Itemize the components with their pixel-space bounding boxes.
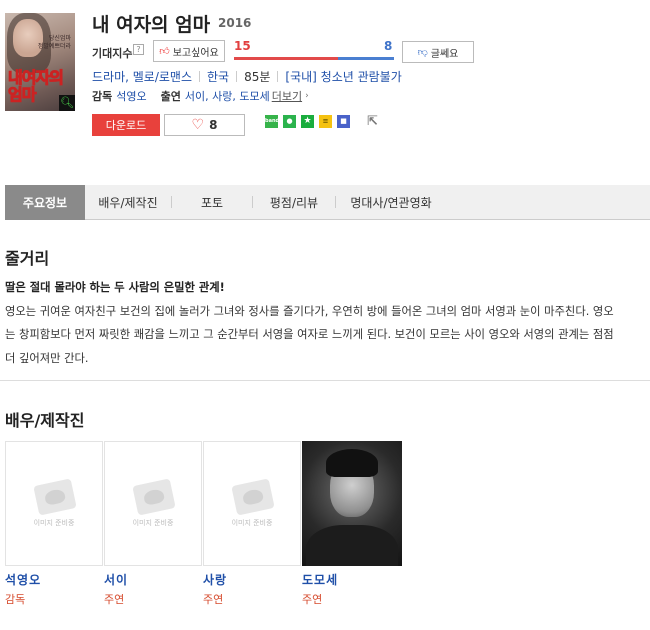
movie-title: 내 여자의 엄마 — [92, 14, 211, 36]
image-placeholder-icon — [132, 478, 176, 516]
cast-name[interactable]: 사랑 — [203, 571, 227, 588]
cast-label: 출연 — [160, 90, 181, 103]
cast-role: 주연 — [104, 593, 125, 606]
tab-main-info[interactable]: 주요정보 — [5, 184, 85, 220]
download-button[interactable]: 다운로드 — [92, 114, 160, 136]
runtime: 85분 — [244, 70, 271, 84]
cast-card-2[interactable]: 이미지 준비중 — [104, 441, 202, 566]
like-count: 8 — [209, 118, 218, 132]
expect-label: 기대지수 — [92, 47, 133, 60]
share-external-icon[interactable]: ⇱ — [365, 115, 380, 128]
placeholder-text: 이미지 준비중 — [231, 519, 273, 527]
divider — [277, 71, 279, 82]
thumbs-down-icon: 👎︎ — [417, 47, 428, 58]
synopsis-heading: 줄거리 — [5, 249, 50, 268]
cast-name[interactable]: 도모세 — [302, 571, 338, 588]
cast-card-1[interactable]: 이미지 준비중 — [5, 441, 103, 566]
tab-photo[interactable]: 포토 — [172, 185, 252, 220]
chevron-right-icon: › — [305, 91, 309, 101]
cast-heading: 배우/제작진 — [5, 411, 85, 430]
movie-meta: 드라마, 멜로/로맨스 한국 85분 [국내] 청소년 관람불가 — [92, 68, 402, 85]
not-sure-button[interactable]: 👎︎ 글쎄요 — [402, 41, 474, 63]
more-link[interactable]: 더보기 — [272, 88, 302, 104]
cast-role: 주연 — [203, 593, 224, 606]
divider — [236, 71, 238, 82]
expect-ratio-fill — [234, 57, 338, 60]
star-icon[interactable]: ★ — [301, 115, 314, 128]
placeholder-text: 이미지 준비중 — [132, 519, 174, 527]
like-button[interactable]: ♡ 8 — [164, 114, 245, 136]
cast-role: 주연 — [302, 593, 323, 606]
zoom-icon[interactable]: 🔍︎ — [59, 95, 75, 111]
placeholder-text: 이미지 준비중 — [33, 519, 75, 527]
tab-quotes-related[interactable]: 명대사/연관영화 — [336, 185, 446, 220]
movie-poster[interactable]: 당신엄마 정말예쁘더라 내여자의 엄마 🔍︎ — [5, 13, 75, 111]
share-bar: band ● ★ ≡ ■ ⇱ — [265, 115, 380, 128]
director-link[interactable]: 석영오 — [116, 88, 146, 104]
heart-icon: ♡ — [191, 117, 205, 133]
synopsis-text: 딸은 절대 몰라야 하는 두 사람의 은밀한 관계! 영오는 귀여운 여자친구 … — [5, 276, 615, 370]
poster-title: 내여자의 엄마 — [8, 68, 65, 104]
synopsis-body: 영오는 귀여운 여자친구 보건의 집에 놀러가 그녀와 정사를 즐기다가, 우연… — [5, 304, 614, 365]
expect-ratio-bar — [234, 57, 394, 60]
tab-reviews[interactable]: 평점/리뷰 — [253, 185, 335, 220]
want-to-see-label: 보고싶어요 — [172, 47, 219, 59]
cast-links[interactable]: 서이, 사랑, 도모세 — [185, 88, 270, 104]
movie-year: 2016 — [218, 16, 252, 30]
actor-hair — [326, 449, 378, 477]
cast-name[interactable]: 서이 — [104, 571, 128, 588]
naver-memo-icon[interactable]: ■ — [337, 115, 350, 128]
cast-name[interactable]: 석영오 — [5, 571, 41, 588]
rating-link[interactable]: [국내] 청소년 관람불가 — [285, 68, 401, 85]
country-link[interactable]: 한국 — [207, 68, 229, 85]
cast-card-4[interactable] — [302, 441, 402, 566]
cast-role: 감독 — [5, 593, 26, 606]
meh-count: 8 — [384, 39, 393, 53]
poster-tagline: 당신엄마 정말예쁘더라 — [37, 35, 71, 50]
want-count: 15 — [234, 39, 251, 53]
band-icon[interactable]: band — [265, 115, 279, 128]
image-placeholder-icon — [231, 478, 275, 516]
tab-cast-crew[interactable]: 배우/제작진 — [85, 185, 171, 220]
divider — [199, 71, 200, 82]
line-icon[interactable]: ● — [283, 115, 296, 128]
genre-link[interactable]: 드라마, 멜로/로맨스 — [92, 68, 192, 85]
cast-card-3[interactable]: 이미지 준비중 — [203, 441, 301, 566]
synopsis-lead: 딸은 절대 몰라야 하는 두 사람의 은밀한 관계! — [5, 281, 225, 294]
help-icon[interactable]: ? — [133, 44, 144, 55]
credits-row: 감독 석영오 출연 서이, 사랑, 도모세 더보기 › — [92, 88, 309, 104]
not-sure-label: 글쎄요 — [430, 48, 459, 60]
image-placeholder-icon — [33, 478, 77, 516]
director-label: 감독 — [92, 90, 113, 103]
thumbs-up-icon: 👍︎ — [159, 46, 170, 57]
actor-body — [306, 525, 398, 566]
kakaostory-icon[interactable]: ≡ — [319, 115, 332, 128]
section-divider — [0, 380, 650, 381]
want-to-see-button[interactable]: 👍︎ 보고싶어요 — [153, 40, 225, 62]
tab-bar: 주요정보 배우/제작진 포토 평점/리뷰 명대사/연관영화 — [5, 184, 650, 220]
